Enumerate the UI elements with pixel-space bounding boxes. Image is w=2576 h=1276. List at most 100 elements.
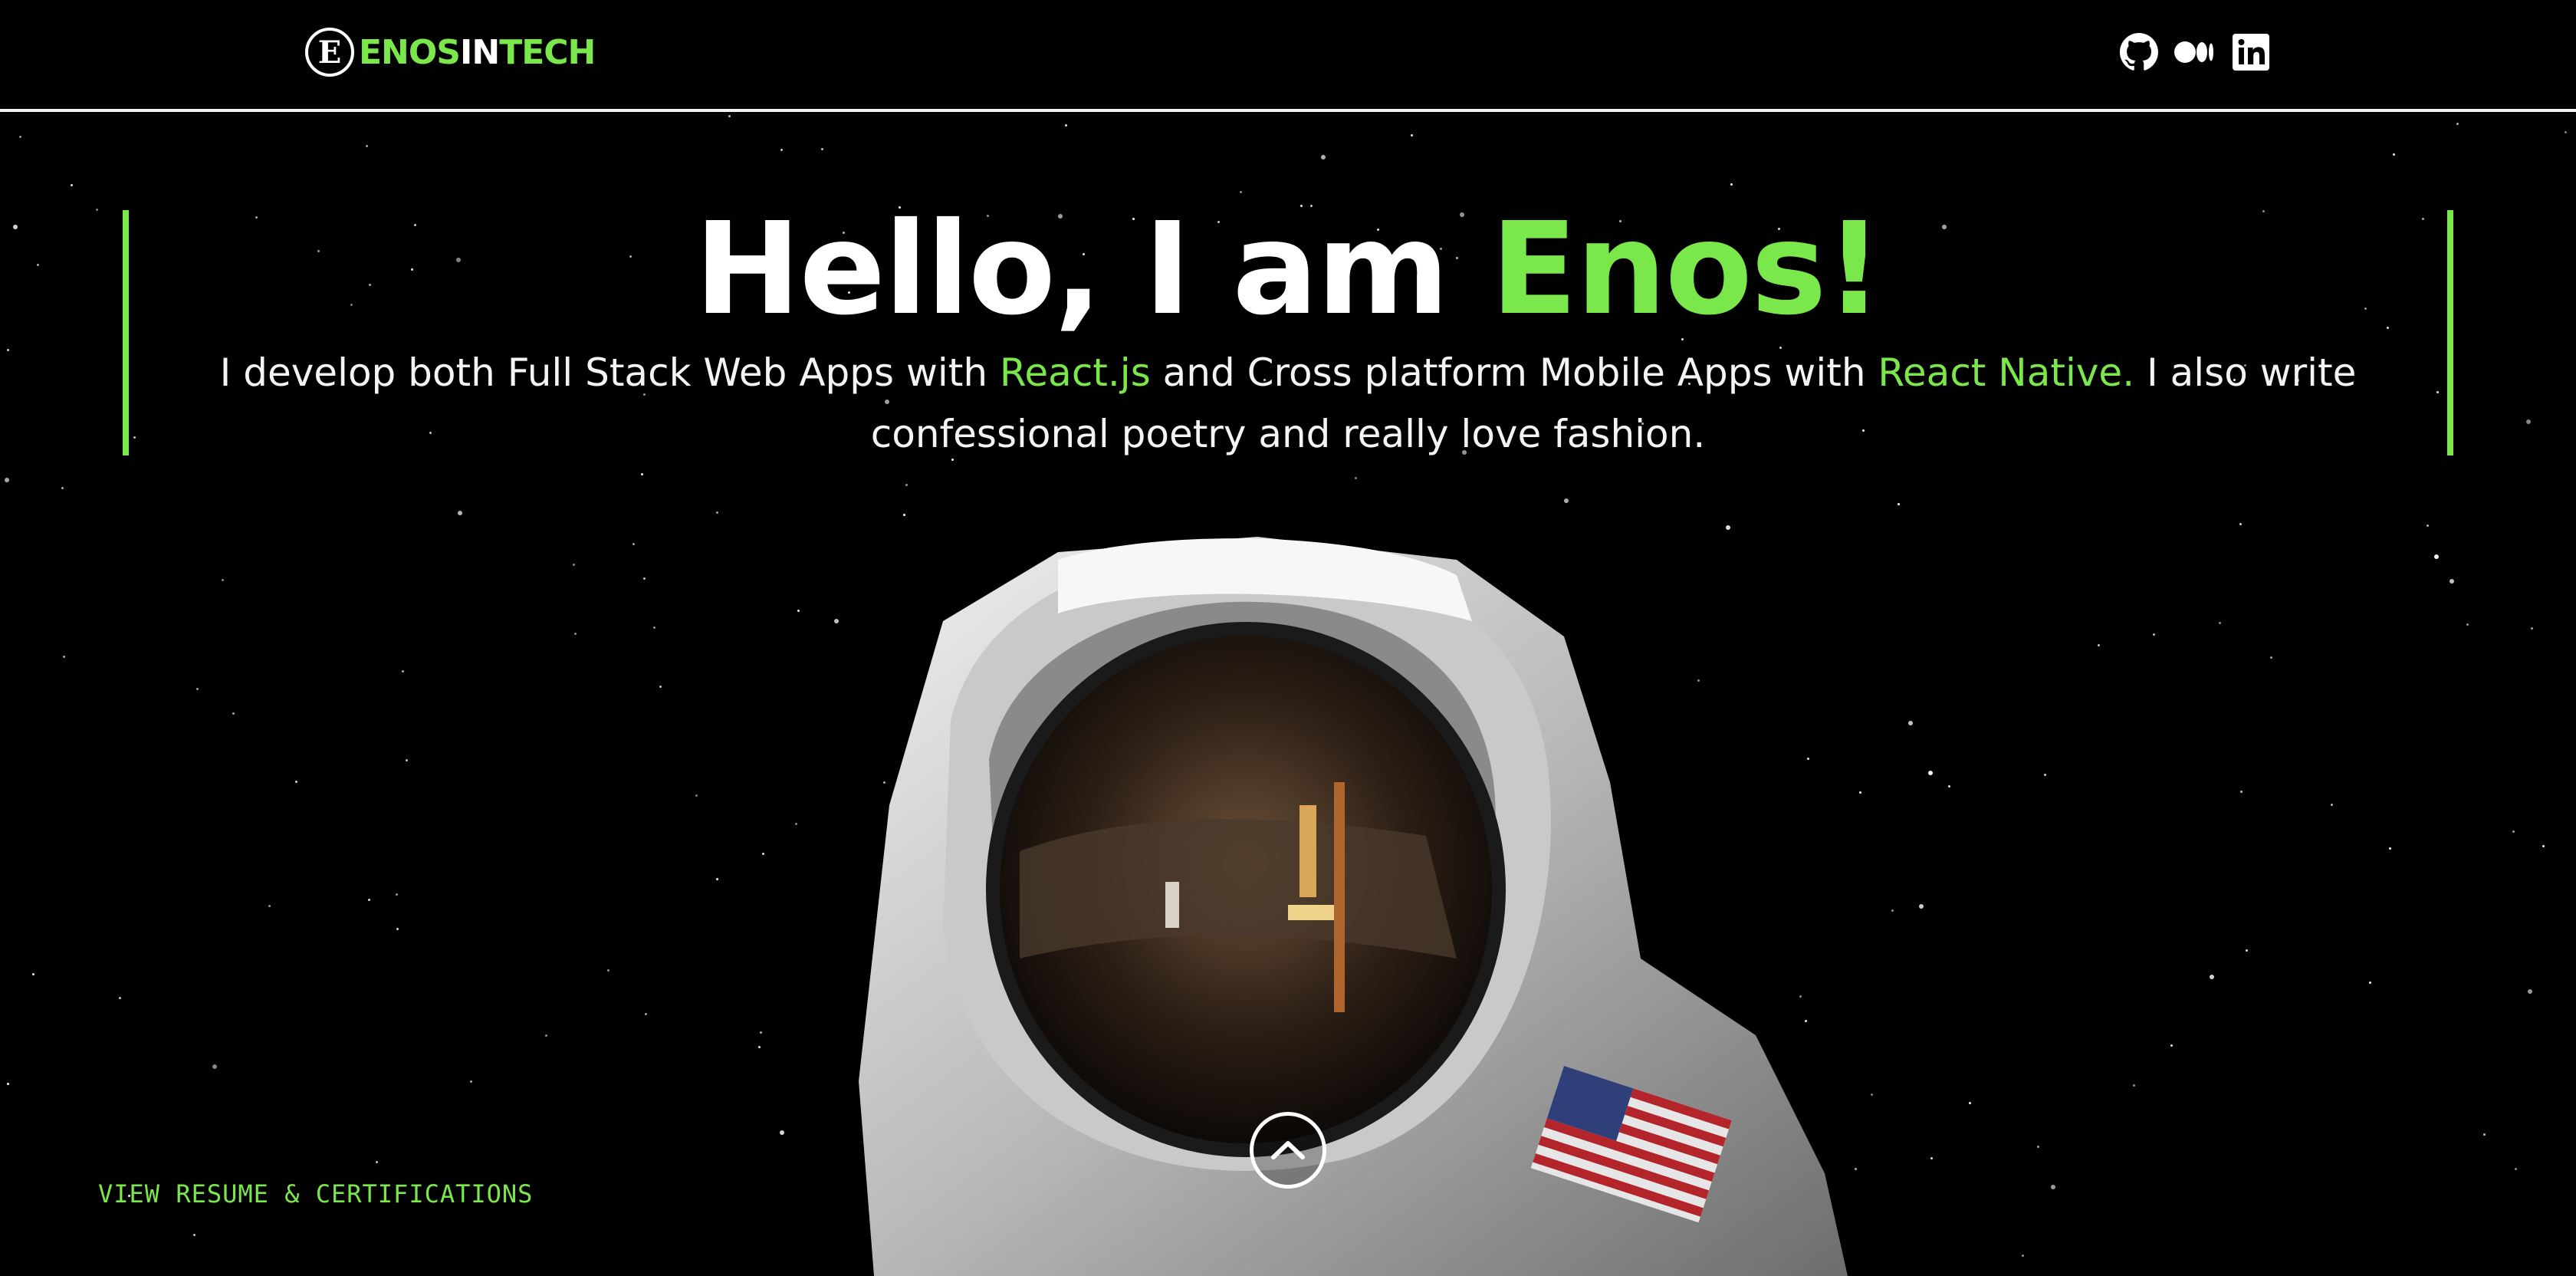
star	[574, 633, 577, 635]
hero-intro: I develop both Full Stack Web Apps with …	[153, 342, 2423, 465]
star	[2270, 656, 2272, 659]
star	[295, 781, 297, 783]
star	[232, 712, 235, 715]
star	[2426, 525, 2429, 527]
star	[2133, 1084, 2135, 1087]
star	[1969, 1102, 1971, 1104]
star	[196, 688, 199, 690]
star	[1065, 124, 1067, 127]
github-icon[interactable]	[2118, 31, 2160, 74]
star	[1930, 1157, 1933, 1159]
star	[2436, 391, 2439, 393]
medium-icon[interactable]	[2173, 31, 2216, 74]
star	[2389, 847, 2391, 850]
star	[2434, 554, 2439, 559]
star	[2170, 1044, 2173, 1047]
star	[2542, 845, 2545, 847]
star	[5, 478, 9, 482]
star	[1859, 791, 1861, 794]
view-resume-link[interactable]: VIEW RESUME & CERTIFICATIONS	[98, 1179, 533, 1209]
star	[2393, 153, 2395, 156]
star	[2051, 1185, 2055, 1189]
chevron-up-icon	[1271, 1141, 1305, 1159]
star	[641, 473, 643, 475]
star	[2044, 774, 2046, 776]
star	[2331, 804, 2333, 806]
star	[1730, 183, 1733, 186]
star	[193, 1234, 196, 1236]
star	[1898, 503, 1900, 505]
star	[545, 1034, 547, 1037]
logo-mark: E	[305, 28, 354, 77]
star	[368, 899, 370, 901]
star	[71, 184, 73, 186]
star	[821, 148, 823, 150]
star	[366, 145, 368, 147]
star	[1928, 771, 1933, 775]
star	[1564, 498, 1569, 503]
hero-title-name: Enos!	[1490, 196, 1883, 344]
scroll-up-button[interactable]	[1250, 1112, 1326, 1189]
star	[2240, 791, 2242, 793]
star	[2210, 975, 2214, 979]
star	[1411, 134, 1413, 136]
star	[2037, 1146, 2039, 1148]
star	[2022, 1255, 2024, 1257]
linkedin-icon[interactable]	[2229, 31, 2272, 74]
star	[2564, 131, 2567, 133]
star	[758, 1046, 761, 1048]
star	[695, 794, 698, 797]
star	[2239, 523, 2242, 525]
star	[458, 511, 462, 515]
star	[780, 1130, 784, 1135]
star	[406, 759, 408, 761]
star	[728, 115, 731, 117]
star	[1948, 785, 1950, 788]
star	[2512, 830, 2515, 833]
star	[7, 349, 9, 351]
star	[1240, 191, 1242, 193]
star	[2153, 633, 2155, 636]
hero-title: Hello, I am Enos!	[0, 201, 2576, 339]
star	[632, 543, 635, 545]
star	[2369, 982, 2371, 984]
star	[1855, 1168, 1857, 1170]
site-logo[interactable]: E ENOSINTECH	[305, 26, 596, 78]
star	[795, 823, 797, 825]
star	[119, 997, 121, 999]
star	[376, 1161, 378, 1163]
intro-part-1: I develop both Full Stack Web Apps with	[219, 350, 1000, 395]
star	[2246, 949, 2248, 952]
star	[762, 853, 764, 855]
star	[63, 656, 65, 658]
star	[268, 905, 271, 907]
star	[2219, 622, 2221, 624]
star	[396, 928, 399, 930]
star	[470, 1080, 472, 1083]
star	[780, 149, 783, 151]
star	[61, 487, 64, 489]
star	[1355, 477, 1357, 479]
star	[905, 484, 908, 486]
star	[2466, 623, 2469, 626]
star	[716, 511, 718, 514]
astronaut-image	[859, 537, 1848, 1276]
star	[760, 1031, 762, 1034]
star	[402, 670, 404, 673]
logo-text-tech: TECH	[499, 32, 596, 72]
star	[903, 514, 905, 516]
logo-text-enos: ENOS	[359, 32, 461, 72]
star	[1908, 721, 1913, 725]
star	[2450, 579, 2454, 584]
site-header: E ENOSINTECH	[0, 0, 2576, 112]
star	[716, 878, 718, 880]
star	[7, 1083, 9, 1085]
star	[133, 436, 136, 439]
star	[396, 893, 398, 896]
star	[2528, 989, 2532, 994]
star	[2483, 1133, 2486, 1136]
star	[643, 577, 646, 580]
star	[1871, 1093, 1873, 1096]
star	[607, 969, 610, 972]
intro-highlight-react-native: React Native.	[1878, 350, 2135, 395]
